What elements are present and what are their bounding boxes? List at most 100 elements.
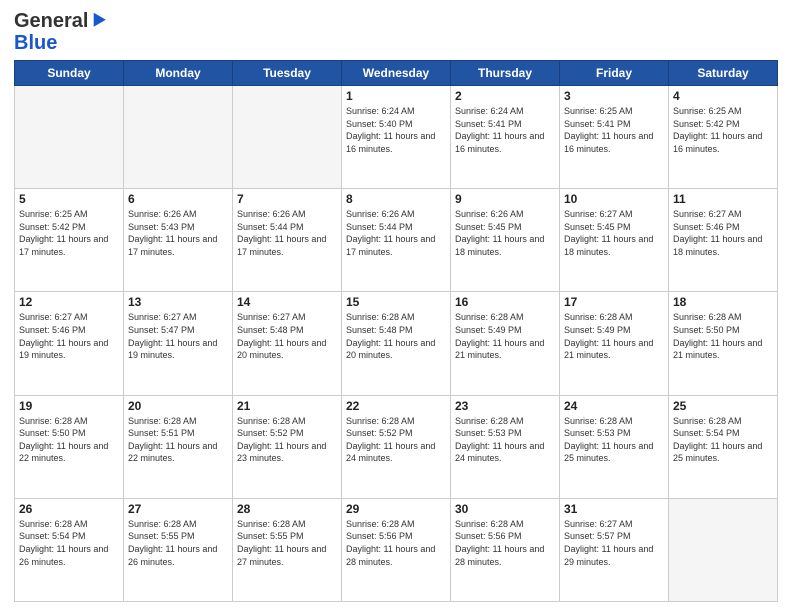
calendar-cell: 24Sunrise: 6:28 AM Sunset: 5:53 PM Dayli… [560,395,669,498]
calendar-table: SundayMondayTuesdayWednesdayThursdayFrid… [14,60,778,602]
day-number: 5 [19,192,119,206]
calendar-cell [15,86,124,189]
calendar-cell: 21 Sunrise: 6:28 AM Sunset: 5:52 PM Dayli… [233,395,342,498]
calendar-cell: 14 Sunrise: 6:27 AM Sunset: 5:48 PM Dayli… [233,292,342,395]
day-number: 19 [19,399,119,413]
day-info: Sunrise: 6:28 AM Sunset: 5:56 PM Dayligh… [455,518,555,568]
day-number: 9 [455,192,555,206]
day-info: Sunrise: 6:28 AM Sunset: 5:53 PM Dayligh… [564,415,664,465]
day-number: 21 [237,399,337,413]
weekday-header-friday: Friday [560,61,669,86]
day-number: 10 [564,192,664,206]
day-info: Sunrise: 6:28 AM Sunset: 5:53 PM Dayligh… [455,415,555,465]
calendar-week-row: 19Sunrise: 6:28 AM Sunset: 5:50 PM Dayli… [15,395,778,498]
calendar-cell: 1 Sunrise: 6:24 AM Sunset: 5:40 PM Daylig… [342,86,451,189]
day-number: 27 [128,502,228,516]
day-info: Sunrise: 6:25 AM Sunset: 5:41 PM Dayligh… [564,105,664,155]
calendar-cell: 3 Sunrise: 6:25 AM Sunset: 5:41 PM Daylig… [560,86,669,189]
day-info: Sunrise: 6:25 AM Sunset: 5:42 PM Dayligh… [673,105,773,155]
day-number: 11 [673,192,773,206]
weekday-header-saturday: Saturday [669,61,778,86]
day-number: 14 [237,295,337,309]
calendar-cell: 26 Sunrise: 6:28 AM Sunset: 5:54 PM Dayli… [15,498,124,601]
calendar-cell: 29 Sunrise: 6:28 AM Sunset: 5:56 PM Dayli… [342,498,451,601]
calendar-week-row: 12Sunrise: 6:27 AM Sunset: 5:46 PM Dayli… [15,292,778,395]
calendar-cell: 28 Sunrise: 6:28 AM Sunset: 5:55 PM Dayli… [233,498,342,601]
day-info: Sunrise: 6:28 AM Sunset: 5:49 PM Dayligh… [564,311,664,361]
day-info: Sunrise: 6:28 AM Sunset: 5:52 PM Dayligh… [346,415,446,465]
day-number: 15 [346,295,446,309]
day-number: 2 [455,89,555,103]
calendar-cell: 20Sunrise: 6:28 AM Sunset: 5:51 PM Dayli… [124,395,233,498]
day-number: 26 [19,502,119,516]
calendar-cell: 25 Sunrise: 6:28 AM Sunset: 5:54 PM Dayli… [669,395,778,498]
day-info: Sunrise: 6:28 AM Sunset: 5:54 PM Dayligh… [19,518,119,568]
logo: General Blue [14,10,102,54]
calendar-cell: 17Sunrise: 6:28 AM Sunset: 5:49 PM Dayli… [560,292,669,395]
calendar-cell: 27 Sunrise: 6:28 AM Sunset: 5:55 PM Dayli… [124,498,233,601]
calendar-cell [124,86,233,189]
day-info: Sunrise: 6:26 AM Sunset: 5:44 PM Dayligh… [237,208,337,258]
calendar-cell: 22 Sunrise: 6:28 AM Sunset: 5:52 PM Dayli… [342,395,451,498]
calendar-cell [669,498,778,601]
calendar-week-row: 1 Sunrise: 6:24 AM Sunset: 5:40 PM Daylig… [15,86,778,189]
day-number: 18 [673,295,773,309]
day-info: Sunrise: 6:27 AM Sunset: 5:47 PM Dayligh… [128,311,228,361]
day-number: 30 [455,502,555,516]
day-number: 20 [128,399,228,413]
day-number: 12 [19,295,119,309]
logo-icon [88,9,106,26]
weekday-header-wednesday: Wednesday [342,61,451,86]
calendar-cell: 30 Sunrise: 6:28 AM Sunset: 5:56 PM Dayli… [451,498,560,601]
calendar-cell: 12Sunrise: 6:27 AM Sunset: 5:46 PM Dayli… [15,292,124,395]
calendar-cell: 23Sunrise: 6:28 AM Sunset: 5:53 PM Dayli… [451,395,560,498]
header: General Blue [14,10,778,54]
day-info: Sunrise: 6:27 AM Sunset: 5:48 PM Dayligh… [237,311,337,361]
day-number: 6 [128,192,228,206]
calendar-cell [233,86,342,189]
day-info: Sunrise: 6:26 AM Sunset: 5:44 PM Dayligh… [346,208,446,258]
day-info: Sunrise: 6:24 AM Sunset: 5:40 PM Dayligh… [346,105,446,155]
calendar-cell: 16Sunrise: 6:28 AM Sunset: 5:49 PM Dayli… [451,292,560,395]
day-number: 31 [564,502,664,516]
day-number: 4 [673,89,773,103]
day-info: Sunrise: 6:28 AM Sunset: 5:56 PM Dayligh… [346,518,446,568]
logo-blue-text: Blue [14,32,57,54]
day-number: 16 [455,295,555,309]
day-info: Sunrise: 6:27 AM Sunset: 5:46 PM Dayligh… [673,208,773,258]
day-number: 8 [346,192,446,206]
day-number: 25 [673,399,773,413]
day-info: Sunrise: 6:26 AM Sunset: 5:43 PM Dayligh… [128,208,228,258]
day-number: 1 [346,89,446,103]
day-number: 28 [237,502,337,516]
day-number: 22 [346,399,446,413]
calendar-cell: 15 Sunrise: 6:28 AM Sunset: 5:48 PM Dayli… [342,292,451,395]
calendar-cell: 5Sunrise: 6:25 AM Sunset: 5:42 PM Daylig… [15,189,124,292]
logo-general-text: General [14,10,88,32]
day-info: Sunrise: 6:28 AM Sunset: 5:48 PM Dayligh… [346,311,446,361]
day-number: 29 [346,502,446,516]
calendar-cell: 19Sunrise: 6:28 AM Sunset: 5:50 PM Dayli… [15,395,124,498]
day-info: Sunrise: 6:28 AM Sunset: 5:55 PM Dayligh… [237,518,337,568]
day-number: 7 [237,192,337,206]
day-info: Sunrise: 6:24 AM Sunset: 5:41 PM Dayligh… [455,105,555,155]
day-info: Sunrise: 6:28 AM Sunset: 5:52 PM Dayligh… [237,415,337,465]
calendar-cell: 8 Sunrise: 6:26 AM Sunset: 5:44 PM Daylig… [342,189,451,292]
calendar-week-row: 5Sunrise: 6:25 AM Sunset: 5:42 PM Daylig… [15,189,778,292]
day-number: 13 [128,295,228,309]
weekday-header-tuesday: Tuesday [233,61,342,86]
page: General Blue SundayMondayTuesdayWednesda… [0,0,792,612]
weekday-header-sunday: Sunday [15,61,124,86]
calendar-cell: 10Sunrise: 6:27 AM Sunset: 5:45 PM Dayli… [560,189,669,292]
calendar-cell: 31Sunrise: 6:27 AM Sunset: 5:57 PM Dayli… [560,498,669,601]
day-number: 3 [564,89,664,103]
weekday-header-monday: Monday [124,61,233,86]
day-info: Sunrise: 6:28 AM Sunset: 5:55 PM Dayligh… [128,518,228,568]
calendar-cell: 13 Sunrise: 6:27 AM Sunset: 5:47 PM Dayli… [124,292,233,395]
calendar-cell: 4 Sunrise: 6:25 AM Sunset: 5:42 PM Daylig… [669,86,778,189]
day-info: Sunrise: 6:26 AM Sunset: 5:45 PM Dayligh… [455,208,555,258]
day-info: Sunrise: 6:28 AM Sunset: 5:54 PM Dayligh… [673,415,773,465]
calendar-cell: 9 Sunrise: 6:26 AM Sunset: 5:45 PM Daylig… [451,189,560,292]
calendar-cell: 18Sunrise: 6:28 AM Sunset: 5:50 PM Dayli… [669,292,778,395]
calendar-week-row: 26 Sunrise: 6:28 AM Sunset: 5:54 PM Dayli… [15,498,778,601]
